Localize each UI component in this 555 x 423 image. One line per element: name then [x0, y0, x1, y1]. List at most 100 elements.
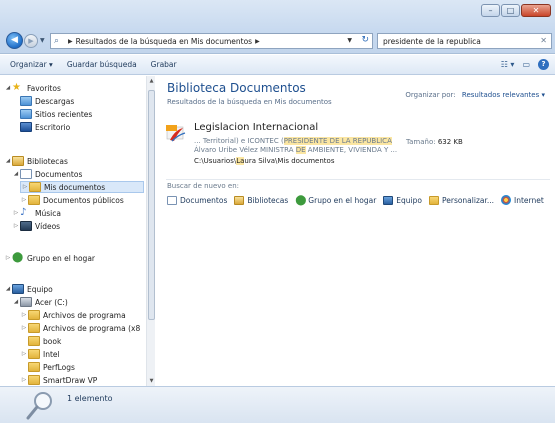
back-arrow-icon[interactable]: ◀	[6, 32, 23, 49]
nav-scrollbar[interactable]: ▲ ▼	[146, 76, 155, 386]
search-box[interactable]: presidente de la republica ✕	[377, 33, 552, 49]
view-controls: ☷ ▾ ▭ ?	[493, 59, 549, 70]
expand-chevron-icon[interactable]: ▷	[20, 197, 28, 203]
nav-item-desktop[interactable]: Escritorio	[12, 121, 70, 133]
search-magnifier-icon	[26, 392, 52, 420]
search-again-custom[interactable]: Personalizar...	[428, 195, 494, 205]
expand-chevron-icon[interactable]: ◢	[12, 171, 20, 177]
expand-chevron-icon[interactable]: ▷	[20, 325, 28, 331]
arrange-by-dropdown[interactable]: Resultados relevantes ▾	[462, 91, 545, 99]
close-button[interactable]: ✕	[521, 4, 551, 17]
nav-item-label: book	[43, 336, 62, 346]
search-again-label: Buscar de nuevo en:	[167, 182, 240, 190]
nav-item-label: Descargas	[35, 96, 75, 106]
search-again-computer[interactable]: Equipo	[383, 195, 422, 205]
nav-item-label: Bibliotecas	[27, 156, 68, 166]
explorer-window: – □ ✕ ◀ ▶ ▼ ⌕ ▶ Resultados de la búsqued…	[0, 0, 555, 423]
expand-chevron-icon[interactable]: ◢	[4, 158, 12, 164]
expand-chevron-icon[interactable]: ◢	[4, 286, 12, 292]
nav-item-documents[interactable]: ◢ Documentos	[12, 168, 82, 180]
breadcrumb-separator-icon[interactable]: ▶	[255, 38, 260, 45]
arrange-by: Organizar por: Resultados relevantes ▾	[405, 91, 545, 99]
nav-item-smartdraw[interactable]: ▷ SmartDraw VP	[20, 374, 97, 386]
nav-item-book[interactable]: book	[20, 335, 61, 347]
search-again-homegroup[interactable]: ⬤ Grupo en el hogar	[295, 195, 376, 205]
result-snippet-line-2: Álvaro Uribe Vélez MINISTRA DE AMBIENTE,…	[194, 146, 398, 154]
breadcrumb[interactable]: Resultados de la búsqueda en Mis documen…	[76, 37, 252, 46]
expand-chevron-icon[interactable]: ◢	[4, 85, 12, 91]
nav-item-label: Música	[35, 208, 61, 218]
nav-item-program-files[interactable]: ▷ Archivos de programa	[20, 309, 126, 321]
change-view-icon[interactable]: ☷ ▾	[501, 60, 515, 69]
refresh-icon[interactable]: ↻	[361, 35, 369, 45]
preview-pane-icon[interactable]: ▭	[522, 60, 530, 69]
organize-button[interactable]: Organizar ▾	[10, 60, 53, 69]
expand-chevron-icon[interactable]: ▷	[20, 377, 28, 383]
result-file-path: C:\Usuarios\Laura Silva\Mis documentos	[194, 157, 335, 165]
search-input[interactable]: presidente de la republica	[383, 37, 481, 46]
expand-chevron-icon[interactable]: ▷	[4, 255, 12, 261]
search-again-options: Documentos Bibliotecas ⬤ Grupo en el hog…	[167, 195, 551, 205]
scrollbar-thumb[interactable]	[148, 90, 155, 320]
nav-item-label: Archivos de programa (x8	[43, 323, 141, 333]
save-search-button[interactable]: Guardar búsqueda	[67, 60, 137, 69]
arrange-by-label: Organizar por:	[405, 91, 456, 99]
content-pane: Biblioteca Documentos Resultados de la b…	[158, 76, 555, 386]
nav-item-favorites[interactable]: ◢ ★ Favoritos	[4, 82, 61, 94]
expand-chevron-icon[interactable]: ▷	[12, 210, 20, 216]
nav-item-label: Intel	[43, 349, 60, 359]
address-bar[interactable]: ⌕ ▶ Resultados de la búsqueda en Mis doc…	[50, 33, 373, 49]
recent-pages-chevron-icon[interactable]: ▼	[40, 37, 45, 44]
nav-item-program-files-x86[interactable]: ▷ Archivos de programa (x8	[20, 322, 140, 334]
nav-item-drive-c[interactable]: ◢ Acer (C:)	[12, 296, 68, 308]
nav-item-recent-places[interactable]: Sitios recientes	[12, 108, 92, 120]
nav-item-music[interactable]: ▷ ♪ Música	[12, 207, 61, 219]
expand-chevron-icon[interactable]: ▷	[20, 351, 28, 357]
nav-item-videos[interactable]: ▷ Vídeos	[12, 220, 60, 232]
recent-places-icon	[20, 109, 32, 119]
scroll-down-icon[interactable]: ▼	[147, 378, 156, 384]
clear-search-icon[interactable]: ✕	[540, 36, 547, 45]
folder-icon	[28, 336, 40, 346]
forward-arrow-icon[interactable]: ▶	[24, 34, 38, 48]
homegroup-icon: ⬤	[12, 252, 24, 263]
custom-folder-icon	[428, 195, 439, 205]
nav-item-public-documents[interactable]: ▷ Documentos públicos	[20, 194, 124, 206]
internet-icon	[501, 195, 512, 205]
folder-icon	[28, 323, 40, 333]
nav-item-label: Documentos	[35, 169, 83, 179]
expand-chevron-icon[interactable]: ▷	[20, 312, 28, 318]
nav-item-downloads[interactable]: Descargas	[12, 95, 74, 107]
search-result-item[interactable]: Legislacion Internacional ... Territoria…	[166, 121, 546, 171]
nav-item-libraries[interactable]: ◢ Bibliotecas	[4, 155, 68, 167]
library-title: Biblioteca Documentos	[167, 81, 306, 95]
address-dropdown-chevron-icon[interactable]: ▼	[347, 37, 352, 44]
nav-item-perflogs[interactable]: PerfLogs	[20, 361, 75, 373]
scroll-up-icon[interactable]: ▲	[147, 78, 156, 84]
size-value: 632 KB	[437, 138, 463, 146]
burn-button[interactable]: Grabar	[151, 60, 177, 69]
folder-icon	[28, 195, 40, 205]
expand-chevron-icon[interactable]: ▷	[21, 184, 29, 190]
search-again-libraries[interactable]: Bibliotecas	[234, 195, 288, 205]
maximize-button[interactable]: □	[501, 4, 520, 17]
nav-item-label: Acer (C:)	[35, 297, 68, 307]
computer-icon	[383, 195, 394, 205]
nav-item-homegroup[interactable]: ▷ ⬤ Grupo en el hogar	[4, 252, 95, 264]
nav-item-computer[interactable]: ◢ Equipo	[4, 283, 53, 295]
expand-chevron-icon[interactable]: ▷	[12, 223, 20, 229]
nav-item-intel[interactable]: ▷ Intel	[20, 348, 60, 360]
search-again-documents[interactable]: Documentos	[167, 195, 227, 205]
result-file-name[interactable]: Legislacion Internacional	[194, 122, 318, 133]
expand-chevron-icon[interactable]: ◢	[12, 299, 20, 305]
minimize-button[interactable]: –	[481, 4, 500, 17]
search-highlight: DE	[295, 146, 306, 154]
help-icon[interactable]: ?	[538, 59, 549, 70]
libraries-icon	[234, 195, 245, 205]
title-bar: – □ ✕ ◀ ▶ ▼ ⌕ ▶ Resultados de la búsqued…	[0, 0, 555, 54]
computer-icon	[12, 284, 24, 294]
folder-icon	[28, 310, 40, 320]
nav-item-my-documents[interactable]: ▷ Mis documentos	[20, 181, 144, 193]
search-again-internet[interactable]: Internet	[501, 195, 544, 205]
breadcrumb-separator-icon[interactable]: ▶	[68, 38, 73, 45]
